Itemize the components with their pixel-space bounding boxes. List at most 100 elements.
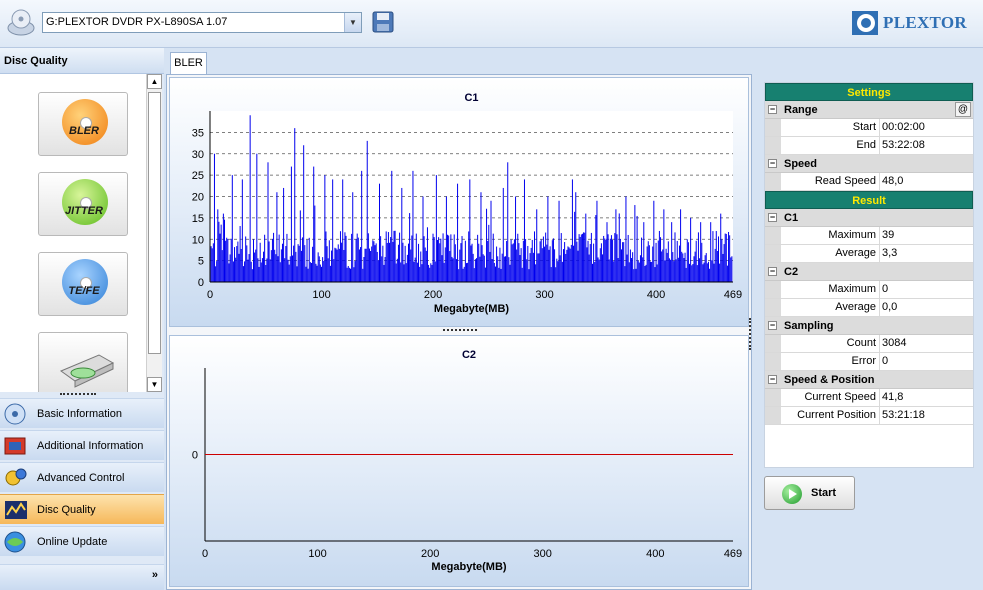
start-button[interactable]: Start: [764, 476, 855, 510]
nav-online-update[interactable]: Online Update: [0, 526, 164, 556]
prop-row: Maximum 0: [765, 281, 973, 299]
disc-quality-icon: [5, 501, 27, 519]
c1-group[interactable]: − C1: [765, 209, 973, 227]
bler-disc-icon: [62, 99, 108, 145]
chart-area: C1 0 5 10 15 20 25 30 35 0 100 200 300 400 469 Megabyte…: [166, 74, 752, 590]
chevron-down-icon[interactable]: ▼: [344, 13, 361, 32]
scroll-up-icon[interactable]: ▲: [147, 74, 162, 89]
c1-y-tick-label: 30: [192, 149, 204, 161]
c2-label: C2: [784, 266, 799, 278]
c1-chart-svg: C1 0 5 10 15 20 25 30 35 0 100 200 300 400 469 Megabyte…: [192, 92, 742, 315]
c1-y-tick-label: 5: [198, 256, 204, 268]
c2-chart-svg: C2 0 0 100 200 300 400 469 Megabyte(MB): [192, 349, 742, 573]
right-splitter-grip[interactable]: [749, 318, 753, 350]
nav-disc-quality[interactable]: Disc Quality: [0, 494, 164, 524]
end-value[interactable]: 53:22:08: [880, 137, 973, 154]
current-position-value: 53:21:18: [880, 407, 973, 424]
read-speed-label: Read Speed: [781, 173, 880, 190]
c2-chart-title: C2: [462, 349, 476, 361]
c2-y-tick-label: 0: [192, 450, 198, 462]
prop-row: Average 0,0: [765, 299, 973, 317]
end-label: End: [781, 137, 880, 154]
c1-x-tick-label: 0: [207, 289, 213, 301]
collapse-icon[interactable]: −: [768, 213, 777, 222]
c1-chart: C1 0 5 10 15 20 25 30 35 0 100 200 300 400 469 Megabyte…: [169, 77, 749, 327]
online-update-icon: [4, 531, 26, 553]
test-list: BLER JITTER TE/FE: [0, 74, 146, 392]
nav-advanced-control[interactable]: Advanced Control: [0, 462, 164, 492]
drive-test-button[interactable]: [38, 332, 128, 392]
tefe-test-button[interactable]: TE/FE: [38, 252, 128, 316]
save-icon[interactable]: [372, 11, 394, 33]
drive-select-value: G:PLEXTOR DVDR PX-L890SA 1.07: [46, 16, 228, 28]
c1-max-value: 39: [880, 227, 973, 244]
sampling-group[interactable]: − Sampling: [765, 317, 973, 335]
collapse-icon[interactable]: −: [768, 105, 777, 114]
scroll-down-icon[interactable]: ▼: [147, 377, 162, 392]
current-speed-label: Current Speed: [781, 389, 880, 406]
jitter-test-label: JITTER: [65, 205, 103, 217]
collapse-icon[interactable]: −: [768, 321, 777, 330]
c1-avg-value: 3,3: [880, 245, 973, 262]
collapse-icon[interactable]: −: [768, 375, 777, 384]
nav-label: Online Update: [37, 536, 108, 548]
jitter-test-button[interactable]: JITTER: [38, 172, 128, 236]
jitter-disc-icon: [62, 179, 108, 225]
c2-max-value: 0: [880, 281, 973, 298]
right-panel: Settings − Range @ Start 00:02:00 End 53:22:…: [756, 74, 983, 590]
collapse-icon[interactable]: −: [768, 267, 777, 276]
range-group[interactable]: − Range @: [765, 101, 973, 119]
scroll-thumb[interactable]: [148, 92, 161, 354]
left-panel: Disc Quality BLER JITTER TE/FE ▲ ▼ Basic…: [0, 48, 164, 590]
chevron-double-down-icon[interactable]: »: [152, 569, 158, 581]
panel-splitter-grip[interactable]: [60, 393, 96, 397]
nav-label: Advanced Control: [37, 472, 125, 484]
prop-row: End 53:22:08: [765, 137, 973, 155]
c1-x-tick-label: 100: [312, 289, 330, 301]
optical-drive-icon: [59, 354, 115, 388]
chart-splitter[interactable]: [169, 328, 749, 334]
prop-row: Start 00:02:00: [765, 119, 973, 137]
c2-max-label: Maximum: [781, 281, 880, 298]
advanced-control-icon: [5, 468, 27, 486]
bler-test-label: BLER: [69, 125, 99, 137]
c2-x-tick-label: 0: [202, 548, 208, 560]
count-label: Count: [781, 335, 880, 352]
tefe-test-label: TE/FE: [68, 285, 100, 297]
c1-chart-title: C1: [464, 92, 478, 104]
speed-group[interactable]: − Speed: [765, 155, 973, 173]
c1-x-tick-label: 300: [535, 289, 553, 301]
start-value[interactable]: 00:02:00: [880, 119, 973, 136]
c2-group[interactable]: − C2: [765, 263, 973, 281]
prop-row: Error 0: [765, 353, 973, 371]
tefe-disc-icon: [62, 259, 108, 305]
count-value: 3084: [880, 335, 973, 352]
current-position-label: Current Position: [781, 407, 880, 424]
plextor-logo-icon: [852, 11, 879, 35]
nav-basic-information[interactable]: Basic Information: [0, 398, 164, 428]
c2-avg-label: Average: [781, 299, 880, 316]
speed-position-group[interactable]: − Speed & Position: [765, 371, 973, 389]
range-label: Range: [784, 104, 818, 116]
c1-y-tick-label: 35: [192, 127, 204, 139]
read-speed-value[interactable]: 48,0: [880, 173, 973, 190]
c1-y-tick-label: 10: [192, 234, 204, 246]
additional-info-icon: [4, 437, 26, 455]
c2-x-tick-label: 100: [308, 548, 326, 560]
tab-bler[interactable]: BLER: [170, 52, 207, 74]
bler-test-button[interactable]: BLER: [38, 92, 128, 156]
c2-x-axis-label: Megabyte(MB): [431, 561, 507, 573]
c2-avg-value: 0,0: [880, 299, 973, 316]
collapse-icon[interactable]: −: [768, 159, 777, 168]
prop-row: Count 3084: [765, 335, 973, 353]
at-button[interactable]: @: [955, 102, 971, 117]
test-list-scrollbar[interactable]: ▲ ▼: [146, 74, 162, 392]
c2-x-tick-label: 300: [534, 548, 552, 560]
drive-select[interactable]: G:PLEXTOR DVDR PX-L890SA 1.07 ▼: [42, 12, 362, 33]
current-speed-value: 41,8: [880, 389, 973, 406]
nav-label: Disc Quality: [37, 504, 96, 516]
properties-grid: Settings − Range @ Start 00:02:00 End 53:22:…: [764, 82, 974, 468]
toolbar: G:PLEXTOR DVDR PX-L890SA 1.07 ▼ PLEXTOR: [0, 0, 983, 48]
nav-additional-information[interactable]: Additional Information: [0, 430, 164, 460]
c2-x-tick-label: 200: [421, 548, 439, 560]
